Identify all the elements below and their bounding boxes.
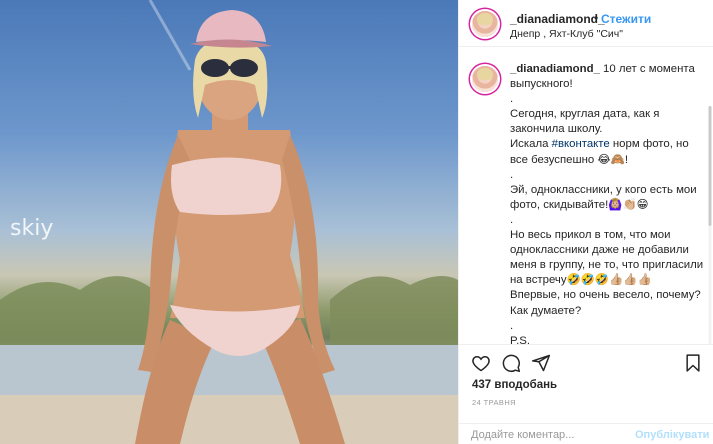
post-date[interactable]: 24 ТРАВНЯ: [472, 398, 516, 407]
photo-watermark: skiy: [10, 216, 54, 241]
post-side-panel: _dianadiamond_ • Стежити Днепр , Яхт-Клу…: [458, 0, 713, 444]
heart-icon: [472, 355, 490, 372]
share-button[interactable]: [531, 353, 551, 373]
save-button[interactable]: [683, 353, 703, 373]
post-photo[interactable]: skiy: [0, 0, 458, 444]
caption-avatar[interactable]: [472, 66, 498, 92]
avatar[interactable]: [472, 11, 498, 37]
follow-button[interactable]: Стежити: [601, 12, 651, 26]
location-link[interactable]: Днепр , Яхт-Клуб "Сич": [510, 28, 623, 40]
caption-text: _dianadiamond_ 10 лет с момента выпускно…: [510, 62, 708, 344]
caption-scrollbar[interactable]: [708, 106, 712, 344]
header-username[interactable]: _dianadiamond_: [510, 12, 605, 26]
action-bar: [459, 344, 713, 378]
caption-username[interactable]: _dianadiamond_: [510, 63, 600, 75]
photo-illustration: [0, 0, 458, 444]
comment-icon: [502, 354, 521, 373]
likes-count[interactable]: 437 вподобань: [472, 379, 557, 391]
caption-body-end: норм фото, но все безуспешно 😂🙈! . Эй, о…: [510, 138, 704, 344]
comment-input[interactable]: [471, 428, 631, 442]
post-header: _dianadiamond_ • Стежити Днепр , Яхт-Клу…: [459, 0, 713, 47]
bookmark-icon: [686, 354, 700, 372]
like-button[interactable]: [471, 353, 491, 373]
header-separator: •: [594, 11, 599, 25]
caption-block: _dianadiamond_ 10 лет с момента выпускно…: [459, 48, 713, 344]
hashtag-link[interactable]: #вконтакте: [552, 138, 610, 150]
publish-button[interactable]: Опублікувати: [635, 429, 709, 441]
comment-bar: Опублікувати: [459, 423, 713, 444]
comment-button[interactable]: [501, 353, 521, 373]
share-icon: [531, 354, 551, 372]
